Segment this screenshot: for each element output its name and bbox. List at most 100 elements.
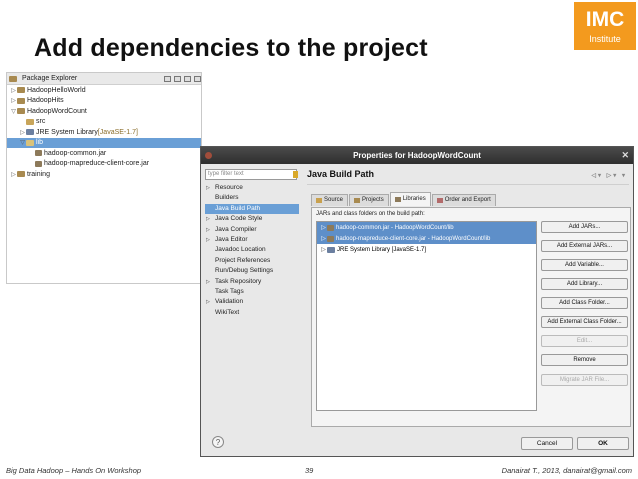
jre-icon (26, 129, 34, 136)
jar-icon (327, 224, 334, 231)
tree-item-label: training (27, 170, 50, 178)
button-add-class-folder[interactable]: Add Class Folder... (541, 297, 628, 309)
collapse-arrow-icon[interactable]: ▷ (10, 171, 17, 178)
expand-arrow-icon[interactable]: ▷ (320, 235, 327, 242)
dialog-title: Properties for HadoopWordCount (353, 151, 481, 160)
nav-item[interactable]: Task Tags (205, 287, 299, 297)
project-icon (17, 97, 25, 104)
link-editor-icon[interactable] (174, 75, 181, 82)
lib-icon (26, 139, 34, 146)
tree-item[interactable]: hadoop-common.jar (7, 148, 201, 159)
button-add-jars[interactable]: Add JARs... (541, 221, 628, 233)
library-buttons: Add JARs... Add External JARs... Add Varia… (541, 221, 628, 393)
nav-item[interactable]: Java Code Style (205, 214, 299, 225)
button-remove[interactable]: Remove (541, 354, 628, 366)
tab-label: Projects (362, 197, 384, 203)
tree-item[interactable]: ▽ HadoopWordCount (7, 106, 201, 117)
nav-item[interactable]: Java Build Path (205, 203, 299, 215)
library-icon (327, 246, 335, 253)
clear-filter-icon[interactable] (293, 171, 298, 178)
tree-item[interactable]: ▷ HadoopHelloWorld (7, 85, 201, 96)
button-add-external-jars[interactable]: Add External JARs... (541, 240, 628, 252)
nav-item[interactable]: Validation (205, 297, 299, 308)
button-add-external-class-folder[interactable]: Add External Class Folder... (541, 316, 628, 328)
section-label: JARs and class folders on the build path… (316, 211, 425, 217)
back-forward-icon[interactable]: ◁▾ ▷▾ ▾ (591, 172, 627, 179)
page-title-text: Java Build Path (307, 169, 375, 179)
jar-list-item[interactable]: ▷ JRE System Library [JavaSE-1.7] (317, 244, 536, 255)
nav-item[interactable]: Project References (205, 256, 299, 266)
button-edit: Edit... (541, 335, 628, 347)
property-page-tree: ResourceBuildersJava Build PathJava Code… (205, 183, 299, 318)
help-icon[interactable]: ? (212, 436, 224, 448)
jar-icon (35, 160, 42, 167)
slide-title: Add dependencies to the project (34, 34, 428, 62)
tab-source[interactable]: Source (311, 194, 349, 206)
close-icon[interactable]: ✕ (621, 150, 629, 161)
footer-right: Danairat T., 2013, danairat@gmail.com (501, 466, 632, 475)
tree-item-label: HadoopHits (27, 97, 64, 105)
package-explorer-icon (9, 75, 17, 82)
tree-item-suffix: [JavaSE-1.7] (97, 128, 138, 136)
tree-item[interactable]: ▷ training (7, 169, 201, 180)
logo-sub-text: Institute (589, 34, 621, 44)
ok-button[interactable]: OK (577, 437, 629, 450)
package-tree: ▷ HadoopHelloWorld ▷ HadoopHits ▽ HadoopWordC… (7, 85, 201, 180)
tab-libraries[interactable]: Libraries (389, 192, 431, 206)
collapse-arrow-icon[interactable]: ▷ (19, 129, 26, 136)
dialog-footer: ? Cancel OK (201, 434, 633, 456)
tree-item-label: hadoop-mapreduce-client-core.jar (44, 160, 150, 168)
cancel-button[interactable]: Cancel (521, 437, 573, 450)
tree-item[interactable]: ▷ JRE System Library [JavaSE-1.7] (7, 127, 201, 138)
tree-item-label: HadoopWordCount (27, 107, 87, 115)
tab-icon (316, 198, 322, 203)
tree-item[interactable]: ▽ lib (7, 137, 201, 148)
dialog-titlebar[interactable]: Properties for HadoopWordCount ✕ (201, 147, 633, 164)
expand-arrow-icon[interactable]: ▽ (10, 108, 17, 115)
package-explorer-panel: Package Explorer ▷ HadoopHelloWorld ▷ Hadoo… (6, 72, 202, 284)
jar-label: hadoop-common.jar - HadoopWordCount/lib (336, 224, 454, 231)
filter-placeholder: type filter text (208, 171, 244, 177)
tree-item-label: src (36, 118, 46, 126)
tree-item-label: lib (36, 139, 44, 147)
filter-input[interactable]: type filter text (205, 169, 298, 180)
expand-arrow-icon[interactable]: ▷ (320, 224, 327, 231)
button-add-library[interactable]: Add Library... (541, 278, 628, 290)
collapse-arrow-icon[interactable]: ▷ (10, 97, 17, 104)
collapse-all-icon[interactable] (164, 75, 171, 82)
jar-list-item[interactable]: ▷ hadoop-mapreduce-client-core.jar - Hado… (317, 233, 536, 244)
build-path-tabs: Source Projects Libraries Order and Export (311, 192, 497, 206)
tab-order-and-export[interactable]: Order and Export (431, 194, 496, 206)
jar-label: JRE System Library [JavaSE-1.7] (337, 246, 427, 253)
nav-item[interactable]: Java Editor (205, 235, 299, 246)
tree-item-label: JRE System Library (36, 128, 98, 136)
project-icon (17, 108, 25, 115)
jar-list-item[interactable]: ▷ hadoop-common.jar - HadoopWordCount/lib (317, 222, 536, 233)
nav-item[interactable]: Task Repository (205, 277, 299, 288)
tree-item[interactable]: hadoop-mapreduce-client-core.jar (7, 159, 201, 170)
tree-item[interactable]: src (7, 117, 201, 128)
tab-label: Source (324, 197, 344, 203)
tab-projects[interactable]: Projects (349, 194, 389, 206)
nav-item[interactable]: Resource (205, 183, 299, 194)
nav-item[interactable]: WikiText (205, 308, 299, 318)
expand-arrow-icon[interactable]: ▽ (19, 139, 26, 146)
view-menu-icon[interactable] (184, 75, 191, 82)
libraries-tab-content: JARs and class folders on the build path… (311, 207, 631, 427)
tab-icon (394, 197, 401, 202)
logo-main-text: IMC (585, 8, 625, 31)
jar-list[interactable]: ▷ hadoop-common.jar - HadoopWordCount/lib… (316, 221, 537, 411)
project-icon (17, 171, 25, 178)
button-add-variable[interactable]: Add Variable... (541, 259, 628, 271)
nav-item[interactable]: Run/Debug Settings (205, 266, 299, 276)
tree-item[interactable]: ▷ HadoopHits (7, 96, 201, 107)
imc-institute-logo: IMC Institute (574, 2, 636, 50)
tab-icon (354, 198, 361, 203)
jar-icon (327, 235, 334, 242)
minimize-icon[interactable] (194, 75, 201, 82)
nav-item[interactable]: Java Compiler (205, 225, 299, 236)
collapse-arrow-icon[interactable]: ▷ (10, 87, 17, 94)
expand-arrow-icon[interactable]: ▷ (320, 246, 327, 253)
nav-item[interactable]: Javadoc Location (205, 245, 299, 255)
nav-item[interactable]: Builders (205, 193, 299, 203)
